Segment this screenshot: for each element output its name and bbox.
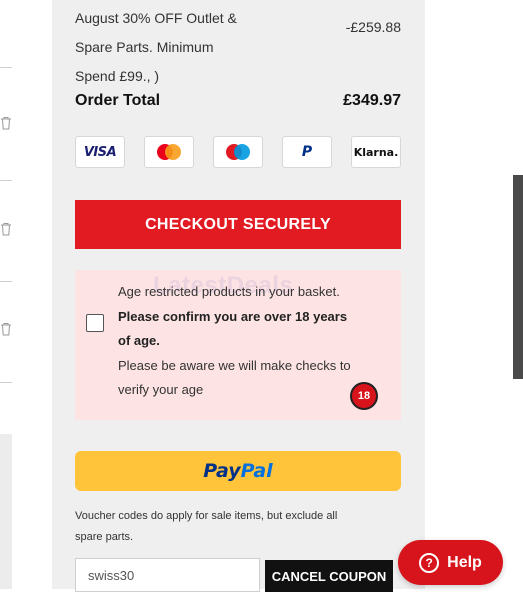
checkout-securely-button[interactable]: CHECKOUT SECURELY xyxy=(75,200,401,249)
visa-logo: VISA xyxy=(75,136,125,168)
age-confirm-label: Please confirm you are over 18 years xyxy=(118,308,348,324)
age-confirm-label: of age. xyxy=(118,333,160,348)
discount-line: August 30% OFF Outlet & xyxy=(75,10,237,26)
discount-amount: -£259.88 xyxy=(345,19,401,35)
order-summary: August 30% OFF Outlet & Spare Parts. Min… xyxy=(52,0,425,592)
trash-icon[interactable] xyxy=(0,322,12,336)
product-list-edge xyxy=(0,0,52,589)
discount-description: August 30% OFF Outlet & Spare Parts. Min… xyxy=(75,4,290,91)
age-confirm-checkbox[interactable] xyxy=(86,314,104,332)
klarna-logo: Klarna. xyxy=(351,136,401,168)
discount-line: Spend £99., ) xyxy=(75,68,160,84)
list-divider xyxy=(0,382,12,383)
list-divider xyxy=(0,67,12,68)
maestro-logo xyxy=(213,136,263,168)
question-icon: ? xyxy=(419,552,440,573)
visa-label: VISA xyxy=(83,144,117,160)
paypal-logo: P xyxy=(282,136,332,168)
voucher-note-line: spare parts. xyxy=(75,531,134,543)
paypal-pal-text: Pal xyxy=(240,460,273,482)
order-total-label: Order Total xyxy=(75,92,161,109)
page-scrollbar[interactable] xyxy=(513,175,523,379)
age-notice: Age restricted products in your basket. xyxy=(118,284,340,299)
help-button[interactable]: ? Help xyxy=(398,540,503,585)
paypal-checkout-button[interactable]: Pay Pal xyxy=(75,451,401,491)
paypal-mark: P xyxy=(301,144,313,160)
payment-methods: VISA P Klarna. xyxy=(75,136,401,170)
list-divider xyxy=(0,281,12,282)
age-restriction-panel: LatestDeals Age restricted products in y… xyxy=(75,270,401,420)
trash-icon[interactable] xyxy=(0,116,12,130)
voucher-code-input[interactable] xyxy=(75,558,260,592)
maestro-circles xyxy=(226,144,250,160)
age-check-notice: verify your age xyxy=(118,382,204,397)
mastercard-circles xyxy=(157,144,181,160)
discount-line: Spare Parts. Minimum xyxy=(75,39,214,55)
trash-icon[interactable] xyxy=(0,222,12,236)
voucher-note-line: Voucher codes do apply for sale items, b… xyxy=(75,510,338,522)
age-check-notice: Please be aware we will make checks to xyxy=(118,357,351,373)
order-total-value: £349.97 xyxy=(343,92,401,109)
mastercard-logo xyxy=(144,136,194,168)
voucher-note: Voucher codes do apply for sale items, b… xyxy=(75,506,375,548)
list-divider xyxy=(0,180,12,181)
list-footer-panel xyxy=(0,434,12,589)
paypal-pay-text: Pay xyxy=(203,460,241,482)
cancel-coupon-button[interactable]: CANCEL COUPON xyxy=(265,560,393,592)
age-restriction-text: Age restricted products in your basket. … xyxy=(118,280,388,403)
age-18-badge-icon: 18 xyxy=(350,382,378,410)
klarna-label: Klarna. xyxy=(353,145,399,159)
help-label: Help xyxy=(447,553,482,571)
